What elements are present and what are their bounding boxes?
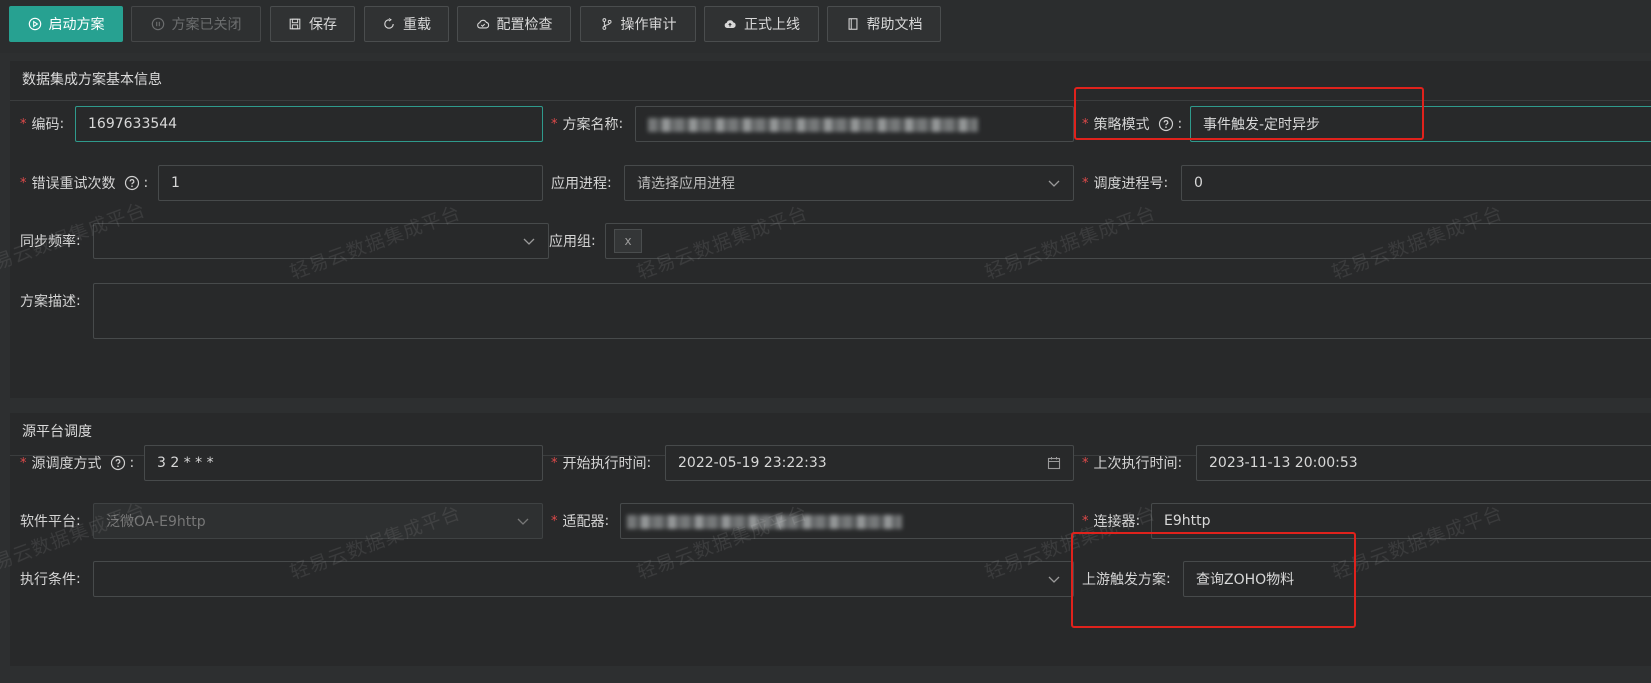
toolbar: 启动方案 方案已关闭 保存 重载 配置检查 操作审计 正式上线 帮助文档 [0,0,1651,53]
audit-button[interactable]: 操作审计 [580,6,696,42]
dispatch-mode-label: * 源调度方式 : [20,455,135,472]
dispatch-mode-field[interactable]: 3 2 * * * [144,445,543,481]
app-process-label: 应用进程: [551,175,612,192]
description-textarea[interactable] [93,283,1651,339]
go-live-button[interactable]: 正式上线 [704,6,819,42]
code-label: * 编码: [20,116,65,133]
chevron-down-icon [522,234,536,248]
platform-value: 泛微OA-E9http [106,514,206,530]
last-time-field[interactable]: 2023-11-13 20:00:53 [1196,445,1651,481]
cloud-upload-icon [723,17,737,31]
source-dispatch-title: 源平台调度 [22,424,92,440]
required-mark: * [551,455,558,471]
chevron-down-icon [516,514,530,528]
platform-label: 软件平台: [20,513,81,530]
help-docs-button[interactable]: 帮助文档 [827,6,941,42]
start-time-picker[interactable]: 2022-05-19 23:22:33 [665,445,1074,481]
retry-count-value: 1 [171,175,180,191]
play-circle-icon [28,17,42,31]
config-check-button[interactable]: 配置检查 [457,6,571,42]
audit-label: 操作审计 [620,17,677,33]
connector-field[interactable]: E9http [1151,503,1651,539]
required-mark: * [20,175,27,191]
last-time-label: * 上次执行时间: [1082,455,1183,472]
redacted-plan-name [648,118,978,132]
adapter-label: * 适配器: [551,513,610,530]
dispatch-mode-value: 3 2 * * * [157,455,214,471]
adapter-field[interactable] [620,503,1074,539]
chevron-down-icon [1047,572,1061,586]
plan-name-label: * 方案名称: [551,116,624,133]
reload-icon [382,17,396,31]
cloud-check-icon [476,17,490,31]
description-label: 方案描述: [20,293,81,310]
retry-count-field[interactable]: 1 [158,165,543,201]
exec-condition-select[interactable] [93,561,1074,597]
save-label: 保存 [309,17,337,33]
plan-closed-button[interactable]: 方案已关闭 [131,6,261,42]
required-mark: * [1082,175,1089,191]
pause-circle-icon [151,17,165,31]
dispatch-no-value: 0 [1194,175,1203,191]
platform-select[interactable]: 泛微OA-E9http [93,503,543,539]
app-group-label: 应用组: [549,233,596,250]
save-icon [288,17,302,31]
go-live-label: 正式上线 [744,17,800,33]
dispatch-no-label: * 调度进程号: [1082,175,1169,192]
tag-close-icon[interactable]: x [614,229,642,253]
config-check-label: 配置检查 [496,17,553,33]
upstream-plan-value: 查询ZOHO物料 [1196,572,1295,588]
reload-button[interactable]: 重载 [364,6,449,42]
strategy-mode-label: * 策略模式 : [1082,116,1183,133]
strategy-mode-value: 事件触发-定时异步 [1203,117,1321,133]
required-mark: * [1082,513,1089,529]
app-process-placeholder: 请选择应用进程 [637,176,735,192]
connector-value: E9http [1164,513,1211,529]
branch-icon [600,17,614,31]
help-circle-icon[interactable] [110,455,126,471]
app-group-field[interactable]: x [605,223,1651,259]
upstream-plan-label: 上游触发方案: [1082,571,1171,588]
required-mark: * [1082,116,1089,132]
chevron-down-icon [1047,176,1061,190]
help-circle-icon[interactable] [124,175,140,191]
code-field[interactable]: 1697633544 [75,106,543,142]
retry-count-label: * 错误重试次数 : [20,175,149,192]
save-button[interactable]: 保存 [270,6,355,42]
reload-label: 重载 [403,17,431,33]
exec-condition-label: 执行条件: [20,571,81,588]
plan-closed-label: 方案已关闭 [171,17,242,33]
calendar-icon [1047,456,1061,470]
required-mark: * [1082,455,1089,471]
dispatch-no-field[interactable]: 0 [1181,165,1651,201]
code-value: 1697633544 [88,116,178,132]
book-icon [846,17,860,31]
help-docs-label: 帮助文档 [866,17,923,33]
plan-name-field[interactable] [635,106,1074,142]
sync-freq-label: 同步频率: [20,233,81,250]
basic-info-title: 数据集成方案基本信息 [22,72,162,88]
start-plan-label: 启动方案 [48,17,105,33]
required-mark: * [20,455,27,471]
required-mark: * [20,116,27,132]
sync-freq-select[interactable] [93,223,549,259]
start-time-label: * 开始执行时间: [551,455,652,472]
last-time-value: 2023-11-13 20:00:53 [1209,455,1358,471]
basic-info-divider [10,100,1651,101]
start-time-value: 2022-05-19 23:22:33 [678,455,827,471]
strategy-mode-field[interactable]: 事件触发-定时异步 [1190,106,1651,142]
upstream-plan-field[interactable]: 查询ZOHO物料 [1183,561,1651,597]
app-process-select[interactable]: 请选择应用进程 [624,165,1074,201]
help-circle-icon[interactable] [1158,116,1174,132]
required-mark: * [551,116,558,132]
redacted-adapter [627,515,902,529]
start-plan-button[interactable]: 启动方案 [9,6,123,42]
required-mark: * [551,513,558,529]
connector-label: * 连接器: [1082,513,1141,530]
